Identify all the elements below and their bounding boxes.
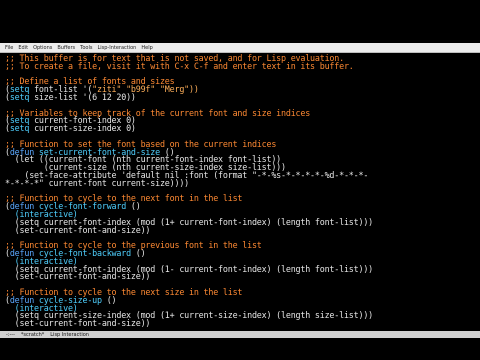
menu-edit[interactable]: Edit [18, 45, 28, 51]
menu-lisp-interaction[interactable]: Lisp-Interaction [97, 45, 136, 51]
menu-buffers[interactable]: Buffers [57, 45, 75, 51]
code-line: (setq current-size-index 0) [5, 123, 136, 134]
menu-file[interactable]: File [5, 45, 13, 51]
mode-line: -:--- *scratch* Lisp Interaction [0, 331, 480, 338]
code-line: (set-current-font-and-size)) [5, 318, 151, 329]
menu-options[interactable]: Options [33, 45, 52, 51]
menu-bar: File Edit Options Buffers Tools Lisp-Int… [0, 43, 480, 53]
code-line: (setq size-list '(6 12 20)) [5, 92, 136, 102]
menu-tools[interactable]: Tools [80, 45, 92, 51]
editor-buffer[interactable]: ;; This buffer is for text that is not s… [0, 53, 480, 331]
modeline-buffer-name: *scratch* [20, 331, 45, 338]
letterbox-bottom [0, 343, 480, 360]
modeline-mode: Lisp Interaction [50, 331, 89, 338]
menu-help[interactable]: Help [141, 45, 152, 51]
code-line: (set-current-font-and-size)) [5, 271, 151, 282]
code-line: *-*-*-*" current-font current-size)))) [5, 177, 190, 188]
code-line: (set-current-font-and-size)) [5, 224, 151, 235]
modeline-status: -:--- [6, 331, 15, 338]
letterbox-top [0, 0, 480, 43]
code-line: ;; To create a file, visit it with C-x C… [5, 60, 354, 71]
